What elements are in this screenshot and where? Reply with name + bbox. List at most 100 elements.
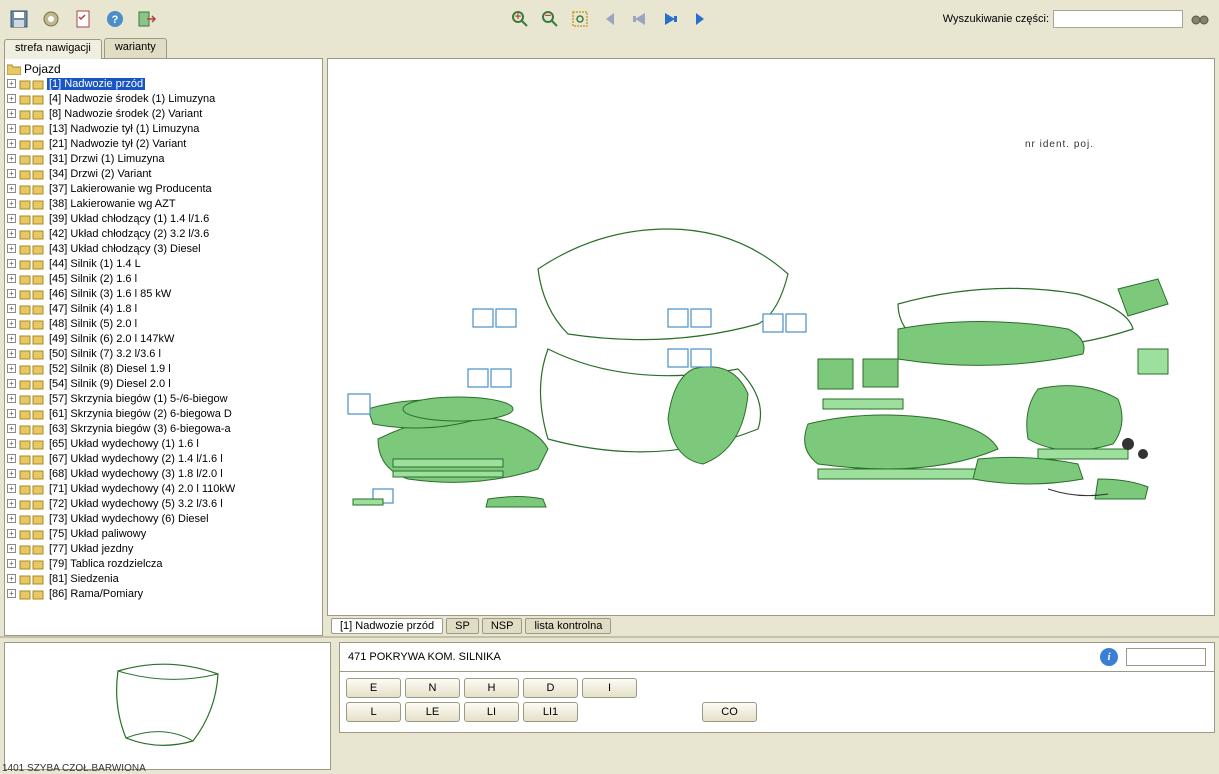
tree-item[interactable]: +[72] Układ wydechowy (5) 3.2 l/3.6 l — [7, 496, 320, 511]
tree-item[interactable]: +[54] Silnik (9) Diesel 2.0 l — [7, 376, 320, 391]
tree-item[interactable]: +[37] Lakierowanie wg Producenta — [7, 181, 320, 196]
tree-item[interactable]: +[49] Silnik (6) 2.0 l 147kW — [7, 331, 320, 346]
op-button[interactable]: LE — [405, 702, 460, 722]
expander-icon[interactable]: + — [7, 484, 16, 493]
tree-item[interactable]: +[75] Układ paliwowy — [7, 526, 320, 541]
op-button[interactable]: I — [582, 678, 637, 698]
zoom-fit-icon[interactable] — [567, 6, 593, 32]
expander-icon[interactable]: + — [7, 244, 16, 253]
expander-icon[interactable]: + — [7, 274, 16, 283]
op-button[interactable]: H — [464, 678, 519, 698]
canvas-tab-sp[interactable]: SP — [446, 618, 479, 634]
op-button[interactable]: D — [523, 678, 578, 698]
tree-item[interactable]: +[38] Lakierowanie wg AZT — [7, 196, 320, 211]
canvas-tab-checklist[interactable]: lista kontrolna — [525, 618, 611, 634]
expander-icon[interactable]: + — [7, 499, 16, 508]
tree-item[interactable]: +[4] Nadwozie środek (1) Limuzyna — [7, 91, 320, 106]
expander-icon[interactable]: + — [7, 544, 16, 553]
tree-item[interactable]: +[52] Silnik (8) Diesel 1.9 l — [7, 361, 320, 376]
tree-item[interactable]: +[65] Układ wydechowy (1) 1.6 l — [7, 436, 320, 451]
expander-icon[interactable]: + — [7, 409, 16, 418]
tree-item[interactable]: +[44] Silnik (1) 1.4 L — [7, 256, 320, 271]
expander-icon[interactable]: + — [7, 364, 16, 373]
tree-item[interactable]: +[57] Skrzynia biegów (1) 5-/6-biegow — [7, 391, 320, 406]
tree-item[interactable]: +[73] Układ wydechowy (6) Diesel — [7, 511, 320, 526]
expander-icon[interactable]: + — [7, 304, 16, 313]
exit-icon[interactable] — [134, 6, 160, 32]
op-button[interactable]: LI1 — [523, 702, 578, 722]
expander-icon[interactable]: + — [7, 469, 16, 478]
expander-icon[interactable]: + — [7, 379, 16, 388]
zoom-in-icon[interactable]: + — [507, 6, 533, 32]
expander-icon[interactable]: + — [7, 319, 16, 328]
op-button[interactable]: E — [346, 678, 401, 698]
help-icon[interactable]: ? — [102, 6, 128, 32]
tree-item[interactable]: +[79] Tablica rozdzielcza — [7, 556, 320, 571]
expander-icon[interactable]: + — [7, 559, 16, 568]
info-icon[interactable]: i — [1100, 648, 1118, 666]
nav-first-icon[interactable] — [597, 6, 623, 32]
expander-icon[interactable]: + — [7, 454, 16, 463]
tree-item[interactable]: +[42] Układ chłodzący (2) 3.2 l/3.6 — [7, 226, 320, 241]
tree-item[interactable]: +[1] Nadwozie przód — [7, 76, 320, 91]
tree-item[interactable]: +[45] Silnik (2) 1.6 l — [7, 271, 320, 286]
tree-item[interactable]: +[61] Skrzynia biegów (2) 6-biegowa D — [7, 406, 320, 421]
expander-icon[interactable]: + — [7, 154, 16, 163]
tree-item[interactable]: +[67] Układ wydechowy (2) 1.4 l/1.6 l — [7, 451, 320, 466]
expander-icon[interactable]: + — [7, 124, 16, 133]
search-input[interactable] — [1053, 10, 1183, 28]
expander-icon[interactable]: + — [7, 109, 16, 118]
expander-icon[interactable]: + — [7, 79, 16, 88]
co-button[interactable]: CO — [702, 702, 757, 722]
expander-icon[interactable]: + — [7, 424, 16, 433]
tree-item[interactable]: +[47] Silnik (4) 1.8 l — [7, 301, 320, 316]
expander-icon[interactable]: + — [7, 199, 16, 208]
expander-icon[interactable]: + — [7, 394, 16, 403]
op-button[interactable]: N — [405, 678, 460, 698]
tree-item[interactable]: +[31] Drzwi (1) Limuzyna — [7, 151, 320, 166]
part-code-input[interactable] — [1126, 648, 1206, 666]
tree-item[interactable]: +[43] Układ chłodzący (3) Diesel — [7, 241, 320, 256]
expander-icon[interactable]: + — [7, 229, 16, 238]
gear-icon[interactable] — [38, 6, 64, 32]
tree-item[interactable]: +[48] Silnik (5) 2.0 l — [7, 316, 320, 331]
tree-item[interactable]: +[13] Nadwozie tył (1) Limuzyna — [7, 121, 320, 136]
binoculars-icon[interactable] — [1187, 6, 1213, 32]
tree-item[interactable]: +[39] Układ chłodzący (1) 1.4 l/1.6 — [7, 211, 320, 226]
expander-icon[interactable]: + — [7, 94, 16, 103]
canvas-tab-nsp[interactable]: NSP — [482, 618, 523, 634]
expander-icon[interactable]: + — [7, 334, 16, 343]
expander-icon[interactable]: + — [7, 439, 16, 448]
expander-icon[interactable]: + — [7, 589, 16, 598]
tree-item[interactable]: +[50] Silnik (7) 3.2 l/3.6 l — [7, 346, 320, 361]
expander-icon[interactable]: + — [7, 514, 16, 523]
tree-view[interactable]: Pojazd +[1] Nadwozie przód+[4] Nadwozie … — [4, 58, 323, 636]
op-button[interactable]: L — [346, 702, 401, 722]
diagram-viewport[interactable]: nr ident. poj. — [327, 58, 1215, 616]
expander-icon[interactable]: + — [7, 259, 16, 268]
tab-variants[interactable]: warianty — [104, 38, 167, 58]
save-icon[interactable] — [6, 6, 32, 32]
nav-last-icon[interactable] — [687, 6, 713, 32]
tree-item[interactable]: +[34] Drzwi (2) Variant — [7, 166, 320, 181]
nav-prev-icon[interactable] — [627, 6, 653, 32]
clipboard-check-icon[interactable] — [70, 6, 96, 32]
tree-item[interactable]: +[71] Układ wydechowy (4) 2.0 l 110kW — [7, 481, 320, 496]
expander-icon[interactable]: + — [7, 289, 16, 298]
expander-icon[interactable]: + — [7, 184, 16, 193]
canvas-tab-main[interactable]: [1] Nadwozie przód — [331, 618, 443, 634]
expander-icon[interactable]: + — [7, 529, 16, 538]
tree-item[interactable]: +[63] Skrzynia biegów (3) 6-biegowa-a — [7, 421, 320, 436]
nav-next-icon[interactable] — [657, 6, 683, 32]
op-button[interactable]: LI — [464, 702, 519, 722]
expander-icon[interactable]: + — [7, 349, 16, 358]
tab-navigation[interactable]: strefa nawigacji — [4, 39, 102, 59]
tree-item[interactable]: +[46] Silnik (3) 1.6 l 85 kW — [7, 286, 320, 301]
tree-item[interactable]: +[21] Nadwozie tył (2) Variant — [7, 136, 320, 151]
expander-icon[interactable]: + — [7, 214, 16, 223]
tree-item[interactable]: +[8] Nadwozie środek (2) Variant — [7, 106, 320, 121]
tree-item[interactable]: +[77] Układ jezdny — [7, 541, 320, 556]
expander-icon[interactable]: + — [7, 139, 16, 148]
tree-item[interactable]: +[86] Rama/Pomiary — [7, 586, 320, 601]
expander-icon[interactable]: + — [7, 574, 16, 583]
